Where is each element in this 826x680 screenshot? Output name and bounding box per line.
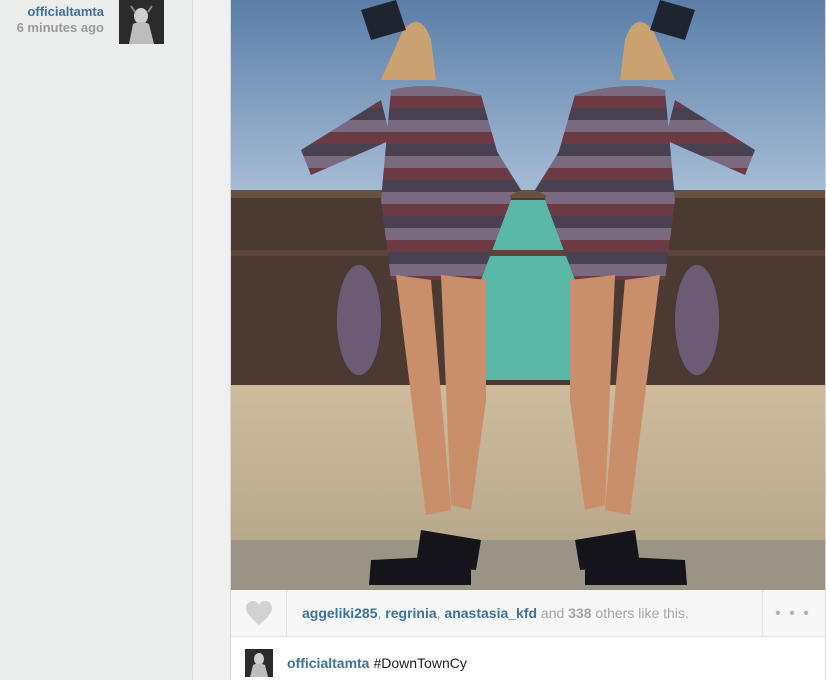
user-avatar[interactable] xyxy=(119,0,164,44)
likes-suffix: others like this. xyxy=(591,605,689,621)
liker-link[interactable]: aggeliki285 xyxy=(302,605,378,621)
likes-divider xyxy=(286,590,287,636)
post-meta-column: officialtamta 6 minutes ago xyxy=(0,0,192,680)
options-divider xyxy=(762,590,763,636)
heart-icon[interactable] xyxy=(245,600,273,626)
caption-avatar[interactable] xyxy=(245,649,273,677)
feed-gutter xyxy=(192,0,231,680)
likes-and: and xyxy=(537,605,569,621)
post-card: aggeliki285, regrinia, anastasia_kfd and… xyxy=(230,0,826,680)
caption-hashtag[interactable]: #DownTownCy xyxy=(373,655,466,671)
caption-text: officialtamta #DownTownCy xyxy=(287,655,467,671)
liker-link[interactable]: regrinia xyxy=(385,605,436,621)
likes-bar: aggeliki285, regrinia, anastasia_kfd and… xyxy=(231,590,825,637)
post-photo[interactable] xyxy=(231,0,825,590)
likes-count[interactable]: 338 xyxy=(568,605,591,621)
caption-row: officialtamta #DownTownCy xyxy=(231,637,825,680)
likes-summary: aggeliki285, regrinia, anastasia_kfd and… xyxy=(302,605,689,621)
post-username-link[interactable]: officialtamta xyxy=(17,4,104,20)
caption-username-link[interactable]: officialtamta xyxy=(287,655,369,671)
more-options-icon[interactable]: • • • xyxy=(771,605,815,622)
liker-link[interactable]: anastasia_kfd xyxy=(444,605,537,621)
post-timestamp[interactable]: 6 minutes ago xyxy=(17,20,104,36)
post-meta-text: officialtamta 6 minutes ago xyxy=(17,4,104,36)
